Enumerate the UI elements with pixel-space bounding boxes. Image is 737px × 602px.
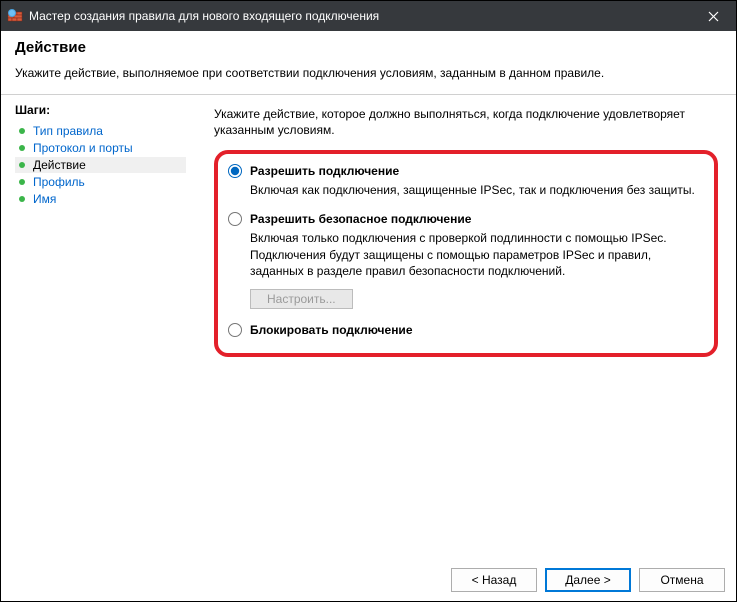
radio-block[interactable] [228, 323, 242, 337]
step-label: Имя [33, 192, 56, 206]
steps-title: Шаги: [15, 103, 186, 117]
step-label: Действие [33, 158, 86, 172]
option-allow-secure: Разрешить безопасное подключение Включая… [224, 212, 698, 309]
wizard-content: Укажите действие, которое должно выполня… [186, 95, 736, 580]
radio-allow-desc: Включая как подключения, защищенные IPSe… [250, 182, 698, 198]
wizard-header: Действие Укажите действие, выполняемое п… [1, 31, 736, 95]
radio-allow[interactable] [228, 164, 242, 178]
radio-allow-label: Разрешить подключение [250, 164, 399, 178]
close-button[interactable] [691, 1, 736, 31]
radio-allow-secure-label: Разрешить безопасное подключение [250, 212, 471, 226]
page-title: Действие [15, 39, 722, 56]
bullet-icon [19, 128, 25, 134]
configure-button: Настроить... [250, 289, 353, 309]
bullet-icon [19, 196, 25, 202]
radio-allow-row[interactable]: Разрешить подключение [224, 164, 698, 178]
step-label: Профиль [33, 175, 85, 189]
step-label: Тип правила [33, 124, 103, 138]
step-action[interactable]: Действие [15, 157, 186, 173]
radio-block-row[interactable]: Блокировать подключение [224, 323, 698, 337]
step-label: Протокол и порты [33, 141, 133, 155]
radio-allow-secure[interactable] [228, 212, 242, 226]
radio-allow-secure-row[interactable]: Разрешить безопасное подключение [224, 212, 698, 226]
option-allow: Разрешить подключение Включая как подклю… [224, 164, 698, 198]
highlight-annotation: Разрешить подключение Включая как подклю… [214, 150, 718, 357]
option-block: Блокировать подключение [224, 323, 698, 337]
back-button[interactable]: < Назад [451, 568, 537, 592]
firewall-icon [7, 8, 23, 24]
wizard-body: Шаги: Тип правила Протокол и порты Дейст… [1, 95, 736, 580]
bullet-icon [19, 179, 25, 185]
step-protocol-ports[interactable]: Протокол и порты [15, 140, 186, 156]
bullet-icon [19, 162, 25, 168]
window-title: Мастер создания правила для нового входя… [29, 9, 379, 23]
cancel-button[interactable]: Отмена [639, 568, 725, 592]
radio-block-label: Блокировать подключение [250, 323, 413, 337]
step-rule-type[interactable]: Тип правила [15, 123, 186, 139]
step-profile[interactable]: Профиль [15, 174, 186, 190]
steps-sidebar: Шаги: Тип правила Протокол и порты Дейст… [1, 95, 186, 580]
page-subtitle: Укажите действие, выполняемое при соотве… [15, 66, 722, 80]
radio-allow-secure-desc: Включая только подключения с проверкой п… [250, 230, 698, 279]
step-name[interactable]: Имя [15, 191, 186, 207]
instruction-text: Укажите действие, которое должно выполня… [214, 107, 718, 138]
bullet-icon [19, 145, 25, 151]
titlebar: Мастер создания правила для нового входя… [1, 1, 736, 31]
next-button[interactable]: Далее > [545, 568, 631, 592]
wizard-footer: < Назад Далее > Отмена [451, 568, 725, 592]
